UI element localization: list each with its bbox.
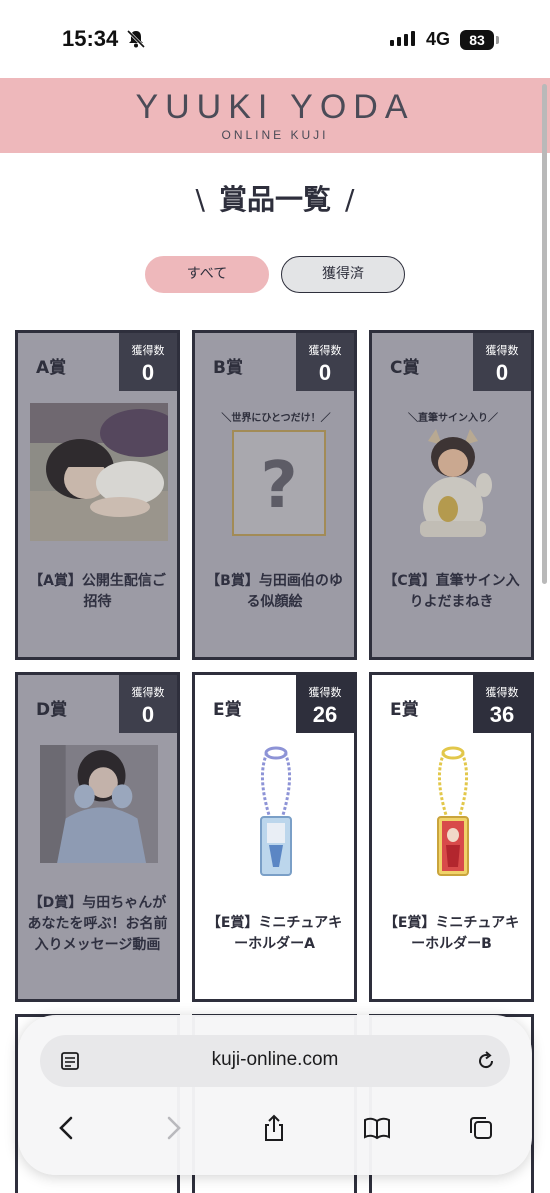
card-title: 【B賞】与田画伯のゆる似顔絵 <box>206 573 343 610</box>
prize-image: ＼世界にひとつだけ！／ ? <box>207 403 345 541</box>
prize-card-c[interactable]: C賞 獲得数 0 ＼直筆サイン入り／ 【C賞】直筆サイン入りよだまねき <box>369 330 534 660</box>
battery-icon: 83 <box>460 30 494 50</box>
network-type: 4G <box>426 29 451 49</box>
prize-card-e-b[interactable]: E賞 獲得数 36 【E賞】ミニチュアキーホルダーB <box>369 672 534 1002</box>
count-label: 獲得数 <box>131 344 165 357</box>
keychain-blue-icon <box>260 746 292 876</box>
count-value: 0 <box>141 360 155 385</box>
signal-icon <box>390 30 415 46</box>
count-value: 36 <box>489 702 515 727</box>
card-grade: E賞 <box>390 700 419 720</box>
photo-lying-icon <box>30 403 168 541</box>
status-bar: 15:34 4G 83 <box>0 0 550 78</box>
keychain-red-icon <box>437 746 469 876</box>
count-label: 獲得数 <box>485 344 519 357</box>
prize-card-b[interactable]: B賞 獲得数 0 ＼世界にひとつだけ！／ ? 【B賞】与田画伯のゆる似顔絵 <box>192 330 357 660</box>
count-value: 0 <box>318 360 332 385</box>
card-title: 【C賞】直筆サイン入りよだまねき <box>383 573 520 610</box>
question-frame-icon: ? <box>232 430 326 536</box>
count-value: 26 <box>312 702 338 727</box>
scrollbar[interactable] <box>542 84 547 584</box>
forward-icon[interactable] <box>158 1113 188 1143</box>
svg-text:?: ? <box>260 449 297 523</box>
card-grade: D賞 <box>36 700 68 720</box>
bell-muted-icon <box>126 29 146 49</box>
brand-logo[interactable]: YUUKI YODA <box>0 88 550 127</box>
tabs-icon[interactable] <box>466 1113 496 1143</box>
count-badge: 獲得数 0 <box>296 333 354 391</box>
count-label: 獲得数 <box>485 686 519 699</box>
bookmarks-icon[interactable] <box>362 1113 392 1143</box>
back-icon[interactable] <box>52 1113 82 1143</box>
tab-all[interactable]: すべて <box>145 256 269 293</box>
card-title: 【A賞】公開生配信ご招待 <box>29 573 166 610</box>
share-icon[interactable] <box>259 1113 289 1143</box>
prize-card-e-a[interactable]: E賞 獲得数 26 【E賞】ミニチュアキーホルダーA <box>192 672 357 1002</box>
count-label: 獲得数 <box>131 686 165 699</box>
count-label: 獲得数 <box>308 686 342 699</box>
count-badge: 獲得数 0 <box>119 333 177 391</box>
count-value: 0 <box>141 702 155 727</box>
maneki-figure-icon <box>420 429 492 537</box>
tab-won[interactable]: 獲得済 <box>281 256 405 293</box>
count-badge: 獲得数 0 <box>119 675 177 733</box>
card-grade: C賞 <box>390 358 420 378</box>
photo-sweater-icon <box>40 745 158 863</box>
prize-card-a[interactable]: A賞 獲得数 0 【A賞】公開生配信ご招待 <box>15 330 180 660</box>
status-time: 15:34 <box>62 26 119 51</box>
title-slash-right: / <box>345 183 355 216</box>
brand-subtitle: ONLINE KUJI <box>221 128 329 142</box>
count-label: 獲得数 <box>308 344 342 357</box>
prize-image: ＼直筆サイン入り／ <box>384 403 522 541</box>
address-bar[interactable]: kuji-online.com <box>40 1035 510 1087</box>
battery-tip <box>496 36 499 44</box>
browser-toolbar: kuji-online.com <box>18 1015 532 1175</box>
card-grade: A賞 <box>36 358 67 378</box>
count-badge: 獲得数 26 <box>296 675 354 733</box>
reload-icon[interactable] <box>474 1049 498 1073</box>
card-grade: B賞 <box>213 358 243 378</box>
count-badge: 獲得数 0 <box>473 333 531 391</box>
card-title: 【E賞】ミニチュアキーホルダーA <box>206 915 343 952</box>
page-title: \ 賞品一覧 / <box>0 178 550 218</box>
count-badge: 獲得数 36 <box>473 675 531 733</box>
card-grade: E賞 <box>213 700 242 720</box>
title-slash-left: \ <box>195 183 205 216</box>
count-value: 0 <box>495 360 509 385</box>
page-title-text: 賞品一覧 <box>218 183 331 216</box>
prize-card-d[interactable]: D賞 獲得数 0 【D賞】与田ちゃんがあなたを呼ぶ！お名前入りメッセージ動画 <box>15 672 180 1002</box>
url-text[interactable]: kuji-online.com <box>40 1049 510 1071</box>
card-title: 【E賞】ミニチュアキーホルダーB <box>383 915 520 952</box>
site-header: YUUKI YODA ONLINE KUJI <box>0 78 550 153</box>
card-title: 【D賞】与田ちゃんがあなたを呼ぶ！お名前入りメッセージ動画 <box>27 895 168 953</box>
